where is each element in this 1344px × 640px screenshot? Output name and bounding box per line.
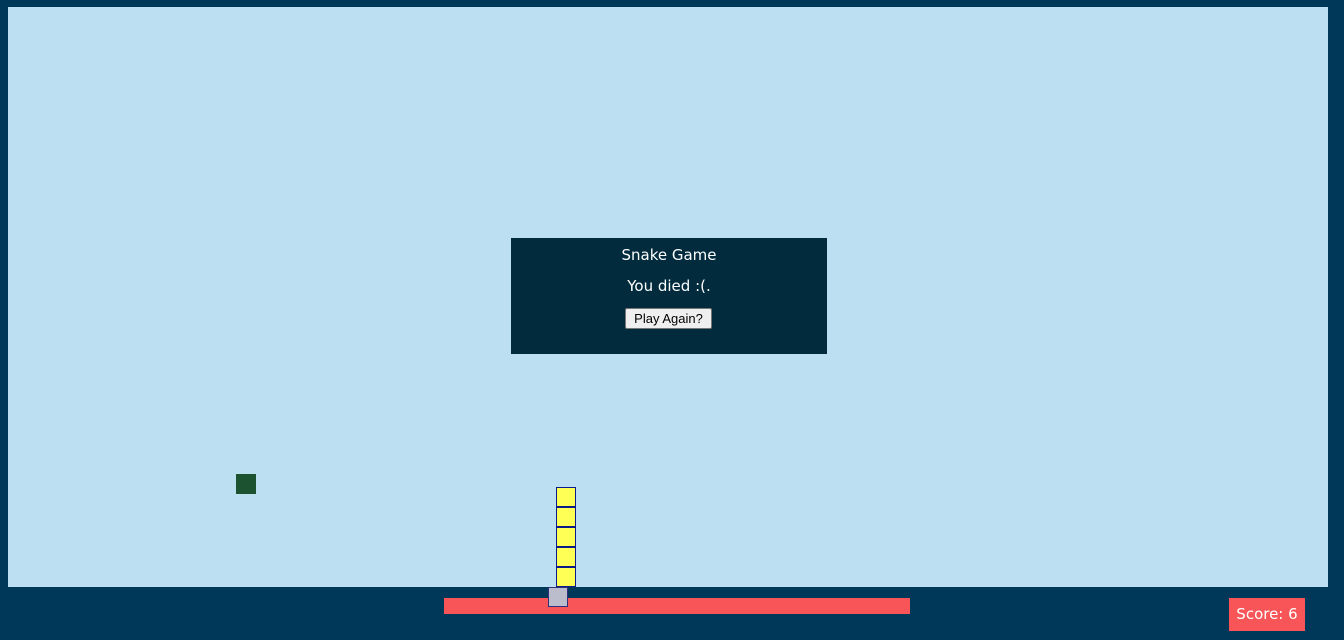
food-pellet [236, 474, 256, 494]
snake-segment [556, 487, 576, 507]
bottom-wall-bar [444, 598, 910, 614]
play-again-button[interactable]: Play Again? [625, 308, 712, 329]
snake-segment [556, 567, 576, 587]
game-over-dialog: Snake Game You died :(. Play Again? [511, 238, 827, 354]
score-display: Score: 6 [1229, 598, 1305, 631]
dialog-title: Snake Game [621, 246, 717, 264]
snake-segment [556, 527, 576, 547]
snake-segment [556, 507, 576, 527]
snake-segment [556, 547, 576, 567]
death-message: You died :(. [627, 277, 711, 295]
snake-head [548, 587, 568, 607]
